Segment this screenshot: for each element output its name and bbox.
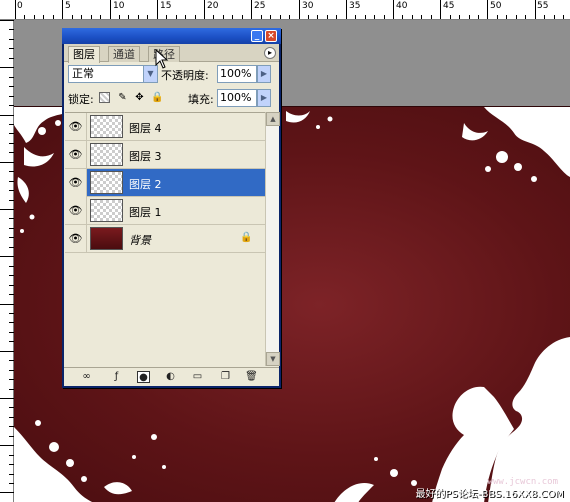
- layer-name: 图层 2: [129, 178, 162, 191]
- eye-icon[interactable]: 👁: [65, 169, 87, 197]
- layer-name: 图层 1: [129, 206, 162, 219]
- layer-list-scrollbar[interactable]: ▲ ▼: [265, 112, 280, 366]
- layer-name: 图层 3: [129, 150, 162, 163]
- panel-menu-icon[interactable]: ▸: [264, 47, 276, 59]
- left-ruler-ticks: [0, 20, 14, 493]
- layer-row-2[interactable]: 👁 图层 2: [65, 169, 265, 197]
- panel-footer: ∞ ƒ ● ◐ ▭ ❐ 🗑: [64, 367, 279, 386]
- blend-mode-select[interactable]: 正常 ▼: [68, 65, 158, 83]
- close-button[interactable]: ×: [265, 30, 277, 42]
- ruler-label: 45: [443, 1, 455, 11]
- opacity-field[interactable]: 100%: [217, 65, 257, 83]
- tab-layers[interactable]: 图层: [68, 46, 100, 63]
- ruler-label: 0: [17, 1, 23, 11]
- layer-thumbnail: [90, 171, 123, 194]
- layer-row-1[interactable]: 👁 图层 1: [65, 197, 265, 225]
- layer-thumbnail: [90, 143, 123, 166]
- layer-row-4[interactable]: 👁 图层 4: [65, 113, 265, 141]
- fill-field[interactable]: 100%: [217, 89, 257, 107]
- top-ruler[interactable]: 0 5 10 15 20 25 30 35 40 45 50 55: [0, 0, 570, 20]
- lock-transparency-icon[interactable]: [99, 92, 110, 103]
- layer-row-background[interactable]: 👁 背景 🔒: [65, 225, 265, 253]
- panel-titlebar[interactable]: _ ×: [62, 28, 281, 44]
- fill-slider-button[interactable]: ▶: [257, 89, 271, 107]
- layer-thumbnail: [90, 115, 123, 138]
- layer-name: 背景: [129, 234, 151, 247]
- lock-position-icon[interactable]: ✥: [134, 92, 145, 103]
- ruler-label: 25: [254, 1, 266, 11]
- lock-row: 锁定: ✎ ✥ 🔒 填充: 100% ▶: [64, 86, 279, 110]
- new-layer-icon[interactable]: ❐: [219, 371, 232, 383]
- ruler-label: 50: [490, 1, 502, 11]
- scroll-down-icon[interactable]: ▼: [266, 352, 280, 366]
- ruler-label: 20: [207, 1, 219, 11]
- left-ruler[interactable]: [0, 20, 14, 502]
- ruler-label: 40: [396, 1, 408, 11]
- trash-icon[interactable]: 🗑: [245, 371, 258, 383]
- lock-all-icon[interactable]: 🔒: [151, 92, 163, 103]
- blend-mode-value: 正常: [72, 67, 94, 80]
- ruler-label: 35: [349, 1, 361, 11]
- eye-icon[interactable]: 👁: [65, 225, 87, 253]
- folder-icon[interactable]: ▭: [191, 371, 204, 383]
- eye-icon[interactable]: 👁: [65, 141, 87, 169]
- mask-icon[interactable]: ●: [137, 371, 150, 383]
- layer-thumbnail: [90, 199, 123, 222]
- layer-list: 👁 图层 4 👁 图层 3 👁 图层 2 👁 图层 1 👁 背景 🔒: [65, 112, 265, 366]
- ruler-ticks: [15, 0, 564, 19]
- ruler-label: 30: [302, 1, 314, 11]
- ruler-label: 15: [160, 1, 172, 11]
- mouse-cursor-icon: [155, 49, 169, 69]
- layer-style-icon[interactable]: ƒ: [110, 371, 123, 383]
- watermark-text: 最好的PS论坛-BBS.16XX8.COM: [415, 489, 564, 500]
- tab-channels[interactable]: 通道: [108, 46, 140, 62]
- lock-paint-icon[interactable]: ✎: [117, 92, 128, 103]
- lock-icon: 🔒: [240, 232, 253, 243]
- adjustment-icon[interactable]: ◐: [164, 371, 177, 383]
- opacity-label: 不透明度:: [161, 69, 209, 82]
- lock-label: 锁定:: [68, 93, 94, 106]
- ruler-label: 10: [113, 1, 125, 11]
- opacity-slider-button[interactable]: ▶: [257, 65, 271, 83]
- layer-thumbnail: [90, 227, 123, 250]
- ruler-label: 5: [65, 1, 71, 11]
- scroll-up-icon[interactable]: ▲: [266, 112, 280, 126]
- ruler-label: 55: [537, 1, 549, 11]
- layer-row-3[interactable]: 👁 图层 3: [65, 141, 265, 169]
- link-icon[interactable]: ∞: [80, 371, 93, 383]
- eye-icon[interactable]: 👁: [65, 113, 87, 141]
- layer-name: 图层 4: [129, 122, 162, 135]
- panel-tabs: 图层 通道 路径 ▸: [64, 44, 279, 63]
- minimize-button[interactable]: _: [251, 30, 263, 42]
- fill-label: 填充:: [188, 93, 214, 106]
- eye-icon[interactable]: 👁: [65, 197, 87, 225]
- layers-panel[interactable]: _ × 图层 通道 路径 ▸ 正常 ▼ 不透明度: 100% ▶ 锁定: ✎ ✥…: [62, 28, 281, 388]
